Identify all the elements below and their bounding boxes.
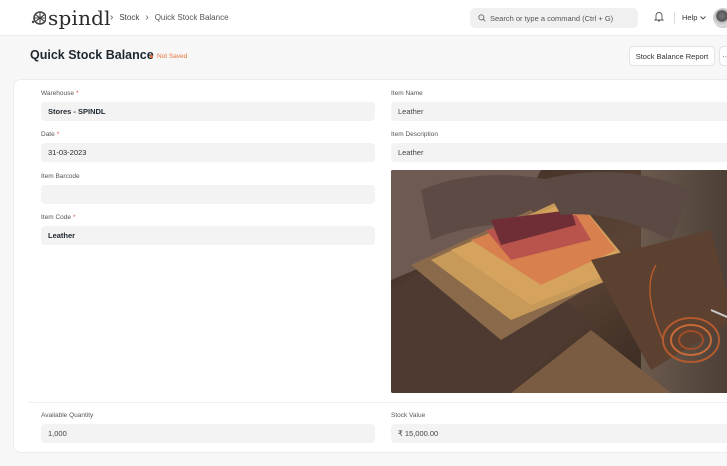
- status-badge: Not Saved: [150, 53, 187, 60]
- item-code-label: Item Code *: [41, 214, 76, 221]
- breadcrumb: › Stock › Quick Stock Balance: [104, 12, 229, 23]
- breadcrumb-stock[interactable]: Stock: [119, 13, 139, 22]
- chevron-right-icon: ›: [110, 12, 114, 23]
- item-name-label: Item Name: [391, 90, 423, 97]
- chevron-right-icon: ›: [145, 12, 149, 23]
- chevron-down-icon: [700, 15, 707, 20]
- item-barcode-field[interactable]: [41, 185, 375, 204]
- available-quantity-field: 1,000: [41, 424, 375, 443]
- logo-text: spindl: [48, 6, 111, 30]
- form-card: Warehouse * Stores - SPINDL Date * 31-03-2…: [13, 79, 727, 453]
- page-header: Quick Stock Balance Not Saved Stock Bala…: [0, 36, 727, 78]
- help-dropdown[interactable]: Help: [682, 13, 707, 22]
- item-name-field: Leather: [391, 102, 727, 121]
- app-logo[interactable]: spindl: [30, 6, 111, 30]
- stock-balance-report-button[interactable]: Stock Balance Report: [629, 46, 715, 66]
- item-description-label: Item Description: [391, 131, 438, 138]
- navbar-divider: [674, 12, 675, 24]
- search-placeholder: Search or type a command (Ctrl + G): [490, 13, 614, 23]
- warehouse-label: Warehouse *: [41, 90, 79, 97]
- available-quantity-label: Available Quantity: [41, 412, 94, 419]
- date-field[interactable]: 31-03-2023: [41, 143, 375, 162]
- item-code-field[interactable]: Leather: [41, 226, 375, 245]
- stock-value-field: ₹ 15,000.00: [391, 424, 727, 443]
- item-barcode-label: Item Barcode: [41, 173, 80, 180]
- search-icon: [478, 14, 486, 22]
- bell-icon[interactable]: [654, 11, 664, 22]
- avatar[interactable]: [713, 8, 727, 28]
- item-image: [391, 170, 727, 393]
- warehouse-field[interactable]: Stores - SPINDL: [41, 102, 375, 121]
- item-description-field: Leather: [391, 143, 727, 162]
- date-label: Date *: [41, 131, 60, 138]
- breadcrumb-quick-stock-balance[interactable]: Quick Stock Balance: [155, 13, 229, 22]
- search-input[interactable]: Search or type a command (Ctrl + G): [470, 8, 638, 28]
- help-label: Help: [682, 13, 698, 22]
- stock-value-label: Stock Value: [391, 412, 426, 419]
- navbar: spindl › Stock › Quick Stock Balance Sea…: [0, 0, 727, 36]
- section-divider: [28, 402, 727, 403]
- page-title: Quick Stock Balance: [30, 48, 154, 62]
- spindl-logo-icon: [31, 11, 46, 25]
- status-text: Not Saved: [157, 53, 188, 60]
- more-actions-button[interactable]: ···: [719, 46, 727, 66]
- status-dot: [150, 55, 153, 58]
